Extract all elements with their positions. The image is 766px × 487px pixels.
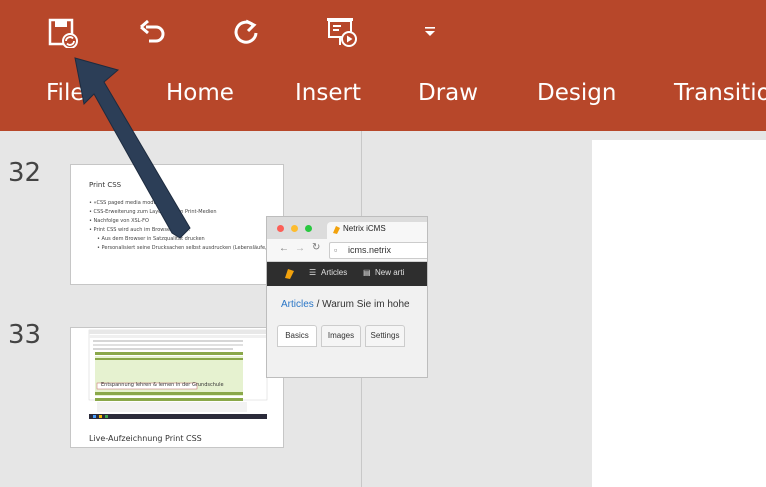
thumb-bullet: • Nachfolge von XSL-FO [89, 218, 149, 224]
embedded-browser-screenshot: Netrix iCMS ← → ↻ ▫ icms.netrix ☰ Articl… [266, 216, 428, 378]
breadcrumb-rest: / Warum Sie im hohe [313, 299, 410, 310]
caret-down-icon [425, 27, 435, 36]
tab-draw[interactable]: Draw [418, 80, 478, 106]
save-sync-icon [48, 18, 78, 48]
netrix-logo-icon [333, 226, 340, 234]
tab-transitions[interactable]: Transitions [674, 80, 766, 106]
thumb-mini-heading: Entspannung lehren & lernen in der Grund… [101, 382, 224, 388]
thumb-title: Print CSS [89, 181, 122, 189]
thumb-sub-bullet: • Personalisiert seine Drucksachen selbs… [97, 245, 283, 251]
browser-tabbar: Netrix iCMS [267, 217, 427, 239]
tab-insert[interactable]: Insert [295, 80, 361, 106]
thumb-sub-bullet: • Aus dem Browser in Satzqualität drucke… [97, 236, 205, 242]
thumb-bullet: • Print CSS wird auch im Browser lasst..… [89, 227, 191, 233]
ribbon: File Home Insert Draw Design Transitions [0, 0, 766, 131]
forward-arrow-icon: → [295, 243, 305, 254]
redo-icon [234, 19, 258, 44]
undo-button[interactable] [132, 12, 172, 52]
breadcrumb-link: Articles [281, 299, 314, 310]
minimize-dot-icon [291, 225, 298, 232]
browser-tab-title: Netrix iCMS [343, 224, 386, 233]
thumb-bullet: • CSS-Erweiterung zum Layouten von Print… [89, 209, 217, 215]
cms-logo-icon [285, 269, 294, 279]
slide-number-32: 32 [8, 158, 42, 188]
cms-navbar: ☰ Articles ▤ New arti [267, 262, 427, 286]
customize-qat-button[interactable] [410, 12, 450, 52]
slide-thumbnail-33[interactable]: Entspannung lehren & lernen in der Grund… [70, 327, 284, 448]
new-article-icon: ▤ [363, 268, 371, 277]
save-button[interactable] [42, 12, 82, 52]
tab-design[interactable]: Design [537, 80, 616, 106]
screen-recording-preview [88, 329, 268, 419]
zoom-dot-icon [305, 225, 312, 232]
nav-new-article: New arti [375, 268, 405, 277]
back-arrow-icon: ← [279, 243, 289, 254]
browser-tab: Netrix iCMS [327, 222, 427, 239]
redo-button[interactable] [226, 12, 266, 52]
browser-urlbar: ← → ↻ ▫ icms.netrix [267, 239, 427, 262]
close-dot-icon [277, 225, 284, 232]
present-from-start-icon [327, 18, 357, 47]
slide-number-33: 33 [8, 320, 42, 350]
present-button[interactable] [320, 12, 360, 52]
tab-file[interactable]: File [46, 80, 85, 106]
page-icon: ▫ [334, 245, 338, 255]
current-slide-canvas[interactable] [592, 140, 766, 487]
thumb-bullets: • «CSS paged media module» • CSS-Erweite… [89, 199, 283, 253]
nav-articles: Articles [321, 268, 348, 277]
subtab-images: Images [321, 325, 361, 347]
reload-icon: ↻ [312, 242, 321, 253]
list-icon: ☰ [309, 268, 317, 277]
thumb-bullet: • «CSS paged media module» [89, 200, 165, 206]
cms-subtabs: Basics Images Settings [277, 325, 427, 347]
breadcrumb: Articles / Warum Sie im hohe [281, 299, 410, 310]
tab-home[interactable]: Home [166, 80, 234, 106]
undo-icon [140, 19, 165, 43]
subtab-settings: Settings [365, 325, 405, 347]
url-field: ▫ icms.netrix [329, 242, 427, 259]
slide-thumbnail-32[interactable]: Print CSS • «CSS paged media module» • C… [70, 164, 284, 285]
thumb-caption: Live-Aufzeichnung Print CSS [89, 434, 202, 443]
subtab-basics: Basics [277, 325, 317, 347]
url-text: icms.netrix [348, 245, 392, 255]
